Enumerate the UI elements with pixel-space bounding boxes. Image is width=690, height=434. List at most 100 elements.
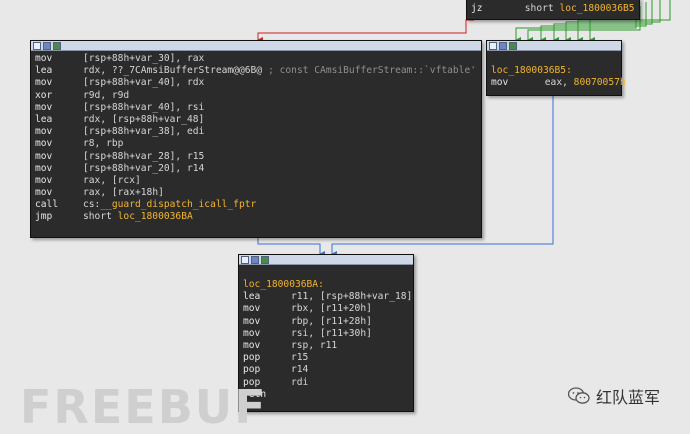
operand-text: 8h+ [146,113,164,125]
operand-text: var_18] [371,291,413,303]
mnemonic: jmp [35,211,53,223]
operand-text: [rsp+ [83,126,112,138]
instruction-line[interactable]: mov [rsp+88h+var_40], rdx [35,77,477,89]
instruction-line[interactable]: mov rsi, [r11+30h] [243,328,409,340]
operand-text: 8h+ [117,77,135,89]
mnemonic: xor [35,89,53,101]
graph-overview-icon[interactable] [241,256,249,264]
instruction-line[interactable]: lea rdx, [rsp+88h+var_48] [35,114,477,126]
mnemonic: call [35,199,59,211]
operands: [rsp+88h+var_38], edi [83,126,204,137]
instruction-line[interactable]: jmp short loc_1800036BA [35,211,477,223]
instruction-line[interactable]: mov r8, rbp [35,138,477,150]
block-label[interactable]: loc_1800036BA: [243,279,324,290]
color-icon[interactable] [43,42,51,50]
graph-overview-icon[interactable] [33,42,41,50]
mnemonic: mov [35,53,53,64]
group-icon[interactable] [53,42,61,50]
instruction-line[interactable]: mov [rsp+88h+var_28], r15 [35,151,477,163]
instruction-line[interactable]: mov rbx, [r11+20h] [243,303,409,315]
mnemonic: mov [35,174,53,186]
operands: rbx, [r11+20h] [291,303,372,314]
color-icon[interactable] [251,256,259,264]
instruction-line[interactable]: pop r14 [243,364,409,376]
instruction-line[interactable]: mov [rsp+88h+var_20], r14 [35,163,477,175]
wechat-badge: 红队蓝军 [568,384,660,408]
instruction-line[interactable]: mov rax, [rcx] [35,175,477,187]
operand-text: 0h] [354,327,372,339]
operand-text: r15 [291,352,309,364]
operands: rax, [rcx] [83,175,141,186]
operand-text: var_30], rax [135,53,205,64]
instruction-line[interactable]: mov [rsp+88h+var_40], rsi [35,102,477,114]
operands: [rsp+88h+var_20], r14 [83,163,204,174]
node-loc-b5[interactable]: loc_1800036B5: mov eax, 80070057h [486,40,626,96]
operands: short loc_1800036BA [83,211,193,222]
edge-main-to-ba [257,236,325,257]
freebuf-watermark: FREEBUF [20,380,268,434]
wechat-icon [568,387,590,404]
operand-text: rax, [rcx] [83,174,141,186]
instruction-line[interactable]: pop r15 [243,352,409,364]
node-header [487,41,621,51]
operand-symbol: loc_1800036BA [117,211,193,223]
instruction-line[interactable]: mov [rsp+88h+var_38], edi [35,126,477,138]
operand-text: [rsp+ [83,53,112,64]
color-icon[interactable] [499,42,507,50]
mnemonic: pop [243,364,261,376]
instruction-line[interactable]: mov [rsp+88h+var_30], rax [35,53,477,65]
operand-text: 0h] [354,303,372,315]
operand-text: 8h+ [117,101,135,113]
operands: rdx, [rsp+88h+var_48] [83,114,204,125]
instruction-line[interactable]: xor r9d, r9d [35,90,477,102]
operand-text: var_28], r15 [135,150,205,162]
operand-text: rbx, [r11+ [291,303,349,315]
mnemonic: mov [243,327,261,339]
operands: r9d, r9d [83,90,129,101]
operand-text: [rsp+ [83,101,112,113]
code-listing: mov [rsp+88h+var_30], rax lea rdx, ??_7CAms… [31,51,481,226]
instruction-line[interactable]: retn [243,389,409,401]
operand-text: 8h] [146,187,164,199]
instruction-line[interactable]: mov rbp, [r11+28h] [243,316,409,328]
operands: rax, [rax+18h] [83,187,164,198]
operand-text: var_38], edi [135,126,205,138]
operands: [rsp+88h+var_40], rsi [83,102,204,113]
operands: rdx, ??_7CAmsiBufferStream@@6B@ [83,65,262,76]
operands: r8, rbp [83,138,123,149]
operand-text: cs: [83,199,101,211]
operand-text: rdx, ??_7CAmsiBufferStream@@6B@ [83,65,263,77]
operand-text: rdx, [rsp+ [83,113,141,125]
mnemonic: pop [243,352,261,364]
operand-text: rbp, [r11+ [291,315,349,327]
comment: ; const CAmsiBufferStream::`vftable' [268,65,476,77]
group-icon[interactable] [261,256,269,264]
node-main-block[interactable]: mov [rsp+88h+var_30], rax lea rdx, ??_7CAms… [30,40,482,238]
instruction-line[interactable]: lea rdx, ??_7CAmsiBufferStream@@6B@ ; cons… [35,65,477,77]
graph-overview-icon[interactable] [489,42,497,50]
node-top-fragment[interactable]: jz short loc_1800036B5 [466,0,640,20]
instruction-line[interactable]: pop rdi [243,377,409,389]
mnemonic: lea [35,65,53,77]
channel-name: 红队蓝军 [596,388,661,407]
instruction-line[interactable]: call cs:__guard_dispatch_icall_fptr [35,199,477,211]
operands: r15 [291,352,308,363]
operands: rsi, [r11+30h] [291,328,372,339]
operand-text: r8, rbp [83,138,124,150]
operands: r11, [rsp+88h+var_18] [291,291,412,302]
instruction-line[interactable]: mov rsp, r11 [243,340,409,352]
block-label[interactable]: loc_1800036B5: [491,65,572,76]
operand-text: var_20], r14 [135,162,205,174]
instruction-line[interactable]: lea r11, [rsp+88h+var_18] [243,291,412,303]
mnemonic: lea [243,291,261,303]
group-icon[interactable] [509,42,517,50]
mnemonic: mov [35,126,53,138]
operands: r14 [291,364,308,375]
mov-operands: eax, 80070057h [544,77,626,89]
mnemonic: lea [35,113,53,125]
mnemonic: mov [243,303,261,315]
instruction-line[interactable]: mov rax, [rax+18h] [35,187,477,199]
jump-target-label[interactable]: loc_1800036B5 [559,3,634,14]
operand-text: rdi [291,376,309,388]
operand-text: rsp, r11 [291,339,338,351]
